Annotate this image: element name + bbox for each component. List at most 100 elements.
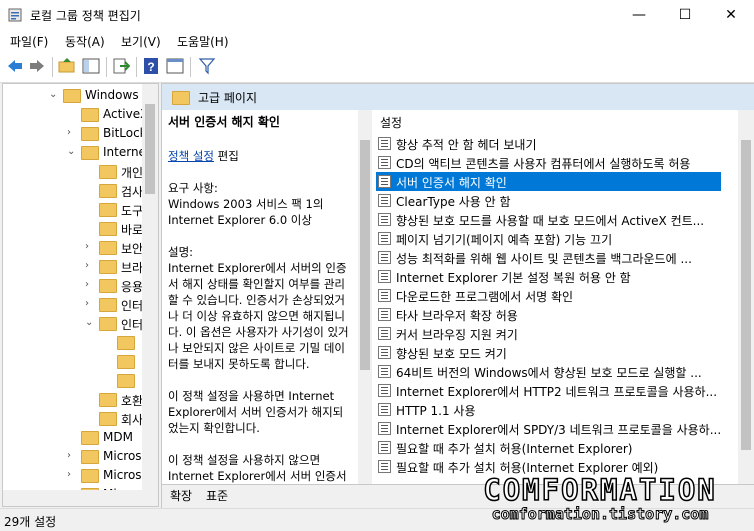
- watermark-title: COMFORMATION: [482, 473, 717, 507]
- folder-icon: [81, 450, 99, 464]
- export-icon[interactable]: [112, 57, 130, 75]
- tab-standard[interactable]: 표준: [206, 487, 228, 504]
- title-bar: 로컬 그룹 정책 편집기 — ☐ ✕: [0, 0, 754, 30]
- details-header-title: 고급 페이지: [198, 91, 258, 105]
- chevron-right-icon[interactable]: ›: [85, 279, 95, 290]
- folder-icon: [99, 222, 117, 236]
- help-icon[interactable]: ?: [142, 57, 160, 75]
- folder-icon: [99, 279, 117, 293]
- policy-description: 서버 인증서 해지 확인 정책 설정 편집 요구 사항: Windows 200…: [168, 114, 353, 500]
- minimize-button[interactable]: —: [616, 0, 662, 30]
- group-policy-icon: [8, 8, 22, 22]
- folder-icon: [99, 412, 117, 426]
- policy-setting-icon: [378, 156, 391, 169]
- tab-extended[interactable]: 확장: [170, 487, 192, 504]
- chevron-down-icon[interactable]: ⌄: [49, 89, 59, 100]
- setting-row[interactable]: 향상된 보호 모드 켜기: [376, 343, 721, 362]
- folder-icon: [99, 317, 117, 331]
- setting-row[interactable]: CD의 액티브 콘텐츠를 사용자 컴퓨터에서 실행하도록 허용: [376, 153, 721, 172]
- tree-node-label: 도구: [121, 204, 144, 218]
- setting-row[interactable]: 향상된 보호 모드를 사용할 때 보호 모드에서 ActiveX 컨트...: [376, 210, 721, 229]
- edit-policy-link[interactable]: 정책 설정: [168, 149, 214, 163]
- tree-hscrollbar[interactable]: [3, 490, 142, 506]
- policy-setting-icon: [378, 232, 391, 245]
- folder-icon: [99, 165, 117, 179]
- back-icon[interactable]: [6, 57, 24, 75]
- chevron-right-icon[interactable]: ›: [67, 469, 77, 480]
- setting-label: 커서 브라우징 지원 켜기: [396, 328, 518, 342]
- setting-row[interactable]: 항상 추적 안 함 헤더 보내기: [376, 134, 721, 153]
- details-header: 고급 페이지: [162, 84, 754, 110]
- menu-file[interactable]: 파일(F): [10, 33, 48, 50]
- chevron-right-icon[interactable]: ›: [85, 260, 95, 271]
- window-title: 로컬 그룹 정책 편집기: [30, 9, 141, 23]
- setting-label: ClearType 사용 안 함: [396, 195, 511, 209]
- policy-setting-icon: [378, 270, 391, 283]
- settings-scrollbar[interactable]: [738, 110, 754, 484]
- tree-node-label: 인터: [121, 299, 144, 313]
- tree-node-label: 인터: [121, 318, 144, 332]
- setting-row[interactable]: 성능 최적화를 위해 웹 사이트 및 콘텐츠를 백그라운드에 ...: [376, 248, 721, 267]
- setting-row[interactable]: 서버 인증서 해지 확인: [376, 172, 721, 191]
- setting-label: 향상된 보호 모드를 사용할 때 보호 모드에서 ActiveX 컨트...: [396, 214, 705, 228]
- folder-icon: [81, 108, 99, 122]
- policy-title: 서버 인증서 해지 확인: [168, 115, 280, 129]
- policy-setting-icon: [378, 251, 391, 264]
- chevron-right-icon[interactable]: ›: [85, 241, 95, 252]
- tree-scrollbar[interactable]: [142, 84, 158, 506]
- setting-label: 항상 추적 안 함 헤더 보내기: [396, 138, 537, 152]
- chevron-right-icon[interactable]: ›: [67, 127, 77, 138]
- setting-row[interactable]: 다운로드한 프로그램에서 서명 확인: [376, 286, 721, 305]
- policy-tree[interactable]: ⌄ Windows ActiveX › BitLock ⌄ Interne 개인 검사 도구 바로 ›…: [2, 83, 159, 507]
- setting-row[interactable]: 64비트 버전의 Windows에서 향상된 보호 모드로 실행할 ...: [376, 362, 721, 381]
- setting-label: 다운로드한 프로그램에서 서명 확인: [396, 290, 574, 304]
- policy-setting-icon: [378, 346, 391, 359]
- policy-setting-icon: [378, 422, 391, 435]
- tree-node-label: 바로: [121, 223, 144, 237]
- menu-view[interactable]: 보기(V): [121, 33, 161, 50]
- forward-icon[interactable]: [28, 57, 46, 75]
- setting-row[interactable]: Internet Explorer에서 SPDY/3 네트워크 프로토콜을 사용…: [376, 419, 721, 438]
- policy-setting-icon: [378, 365, 391, 378]
- chevron-down-icon[interactable]: ⌄: [85, 317, 95, 328]
- folder-icon: [81, 146, 99, 160]
- folder-icon: [99, 241, 117, 255]
- description-scrollbar[interactable]: [358, 110, 372, 484]
- setting-row[interactable]: 필요할 때 추가 설치 허용(Internet Explorer): [376, 438, 721, 457]
- policy-setting-icon: [378, 327, 391, 340]
- watermark: COMFORMATION comformation.tistory.com: [450, 473, 750, 523]
- chevron-right-icon[interactable]: ›: [67, 450, 77, 461]
- tree-node-label: Interne: [103, 145, 146, 159]
- folder-icon: [99, 260, 117, 274]
- maximize-button[interactable]: ☐: [662, 0, 708, 30]
- policy-setting-icon: [378, 289, 391, 302]
- menu-help[interactable]: 도움말(H): [177, 33, 229, 50]
- folder-icon: [81, 469, 99, 483]
- setting-row[interactable]: 타사 브라우저 확장 허용: [376, 305, 721, 324]
- setting-label: Internet Explorer에서 SPDY/3 네트워크 프로토콜을 사용…: [396, 423, 722, 437]
- setting-row[interactable]: 페이지 넘기기(페이지 예측 포함) 기능 끄기: [376, 229, 721, 248]
- setting-label: 필요할 때 추가 설치 허용(Internet Explorer): [396, 442, 633, 456]
- policy-setting-icon: [378, 403, 391, 416]
- up-folder-icon[interactable]: [58, 57, 76, 75]
- settings-column-header[interactable]: 설정: [380, 114, 402, 131]
- policy-setting-icon: [378, 460, 391, 473]
- filter-icon[interactable]: [198, 57, 216, 75]
- tree-node-label: 브라: [121, 261, 144, 275]
- setting-row[interactable]: Internet Explorer 기본 설정 복원 허용 안 함: [376, 267, 721, 286]
- policy-setting-icon: [378, 213, 391, 226]
- folder-icon: [99, 184, 117, 198]
- folder-icon: [99, 298, 117, 312]
- setting-row[interactable]: Internet Explorer에서 HTTP2 네트워크 프로토콜을 사용하…: [376, 381, 721, 400]
- setting-row[interactable]: ClearType 사용 안 함: [376, 191, 721, 210]
- tree-node-label: 검사: [121, 185, 144, 199]
- properties-icon[interactable]: [166, 57, 184, 75]
- chevron-down-icon[interactable]: ⌄: [67, 146, 77, 157]
- menu-action[interactable]: 동작(A): [65, 33, 105, 50]
- show-hide-tree-icon[interactable]: [82, 57, 100, 75]
- setting-row[interactable]: HTTP 1.1 사용: [376, 400, 721, 419]
- chevron-right-icon[interactable]: ›: [85, 298, 95, 309]
- close-button[interactable]: ✕: [708, 0, 754, 30]
- folder-icon: [99, 203, 117, 217]
- setting-row[interactable]: 커서 브라우징 지원 켜기: [376, 324, 721, 343]
